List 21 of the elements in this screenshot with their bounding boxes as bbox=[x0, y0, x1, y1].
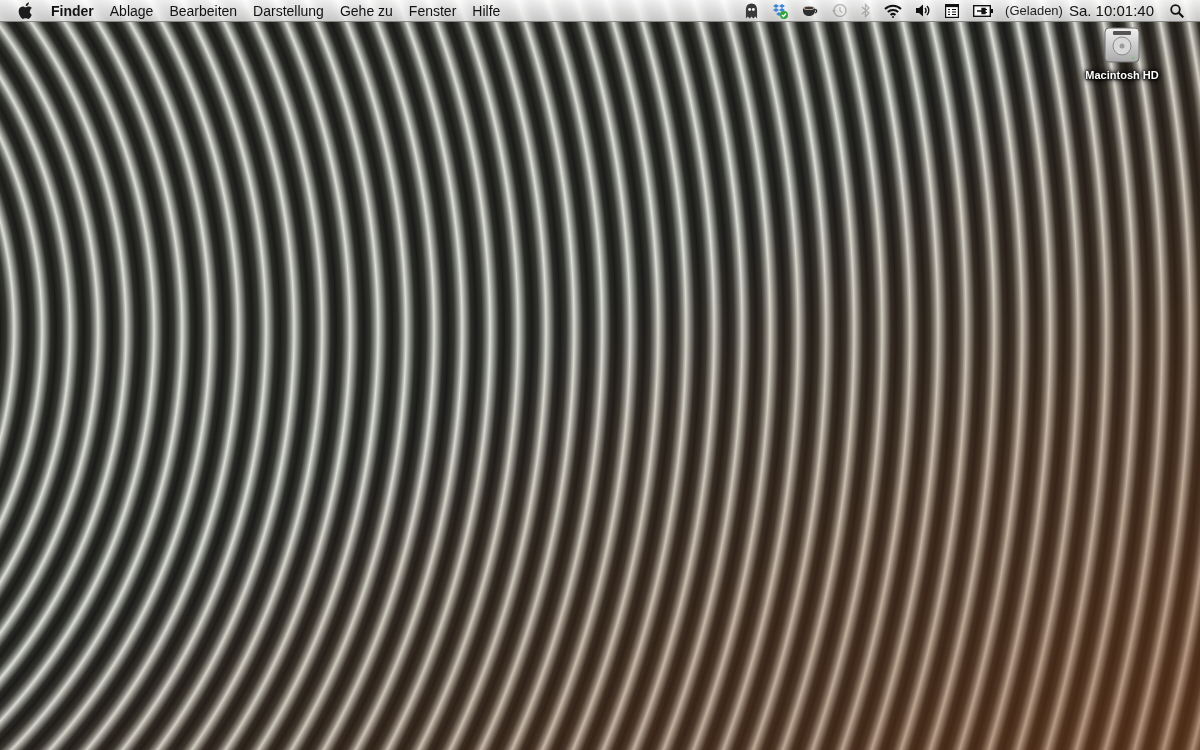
clock-icon bbox=[832, 3, 848, 18]
boxes-check-icon bbox=[772, 2, 789, 19]
app-menu-item[interactable]: Finder bbox=[43, 0, 102, 22]
battery-status-text: (Geladen) bbox=[1005, 1, 1063, 20]
coffee-cup-icon bbox=[802, 4, 819, 17]
bluetooth-icon bbox=[861, 3, 871, 18]
menu-item[interactable]: Ablage bbox=[101, 0, 162, 22]
hard-drive-icon[interactable] bbox=[1104, 27, 1140, 63]
menu-item[interactable]: Gehe zu bbox=[331, 0, 401, 22]
menu-item[interactable]: Fenster bbox=[400, 0, 465, 22]
menu-item[interactable]: Darstellung bbox=[245, 0, 332, 22]
battery-plug-icon bbox=[973, 4, 994, 17]
menu-item[interactable]: Hilfe bbox=[464, 0, 509, 22]
wifi-icon bbox=[884, 3, 903, 18]
clock-menu[interactable]: Sa. 10:01:40 bbox=[1062, 0, 1160, 22]
search-icon bbox=[1170, 3, 1184, 18]
menu-item[interactable]: Bearbeiten bbox=[161, 0, 246, 22]
ghost-icon bbox=[745, 2, 759, 19]
speaker-icon bbox=[916, 4, 932, 17]
apple-icon bbox=[18, 2, 33, 19]
window-list-icon bbox=[945, 3, 960, 18]
